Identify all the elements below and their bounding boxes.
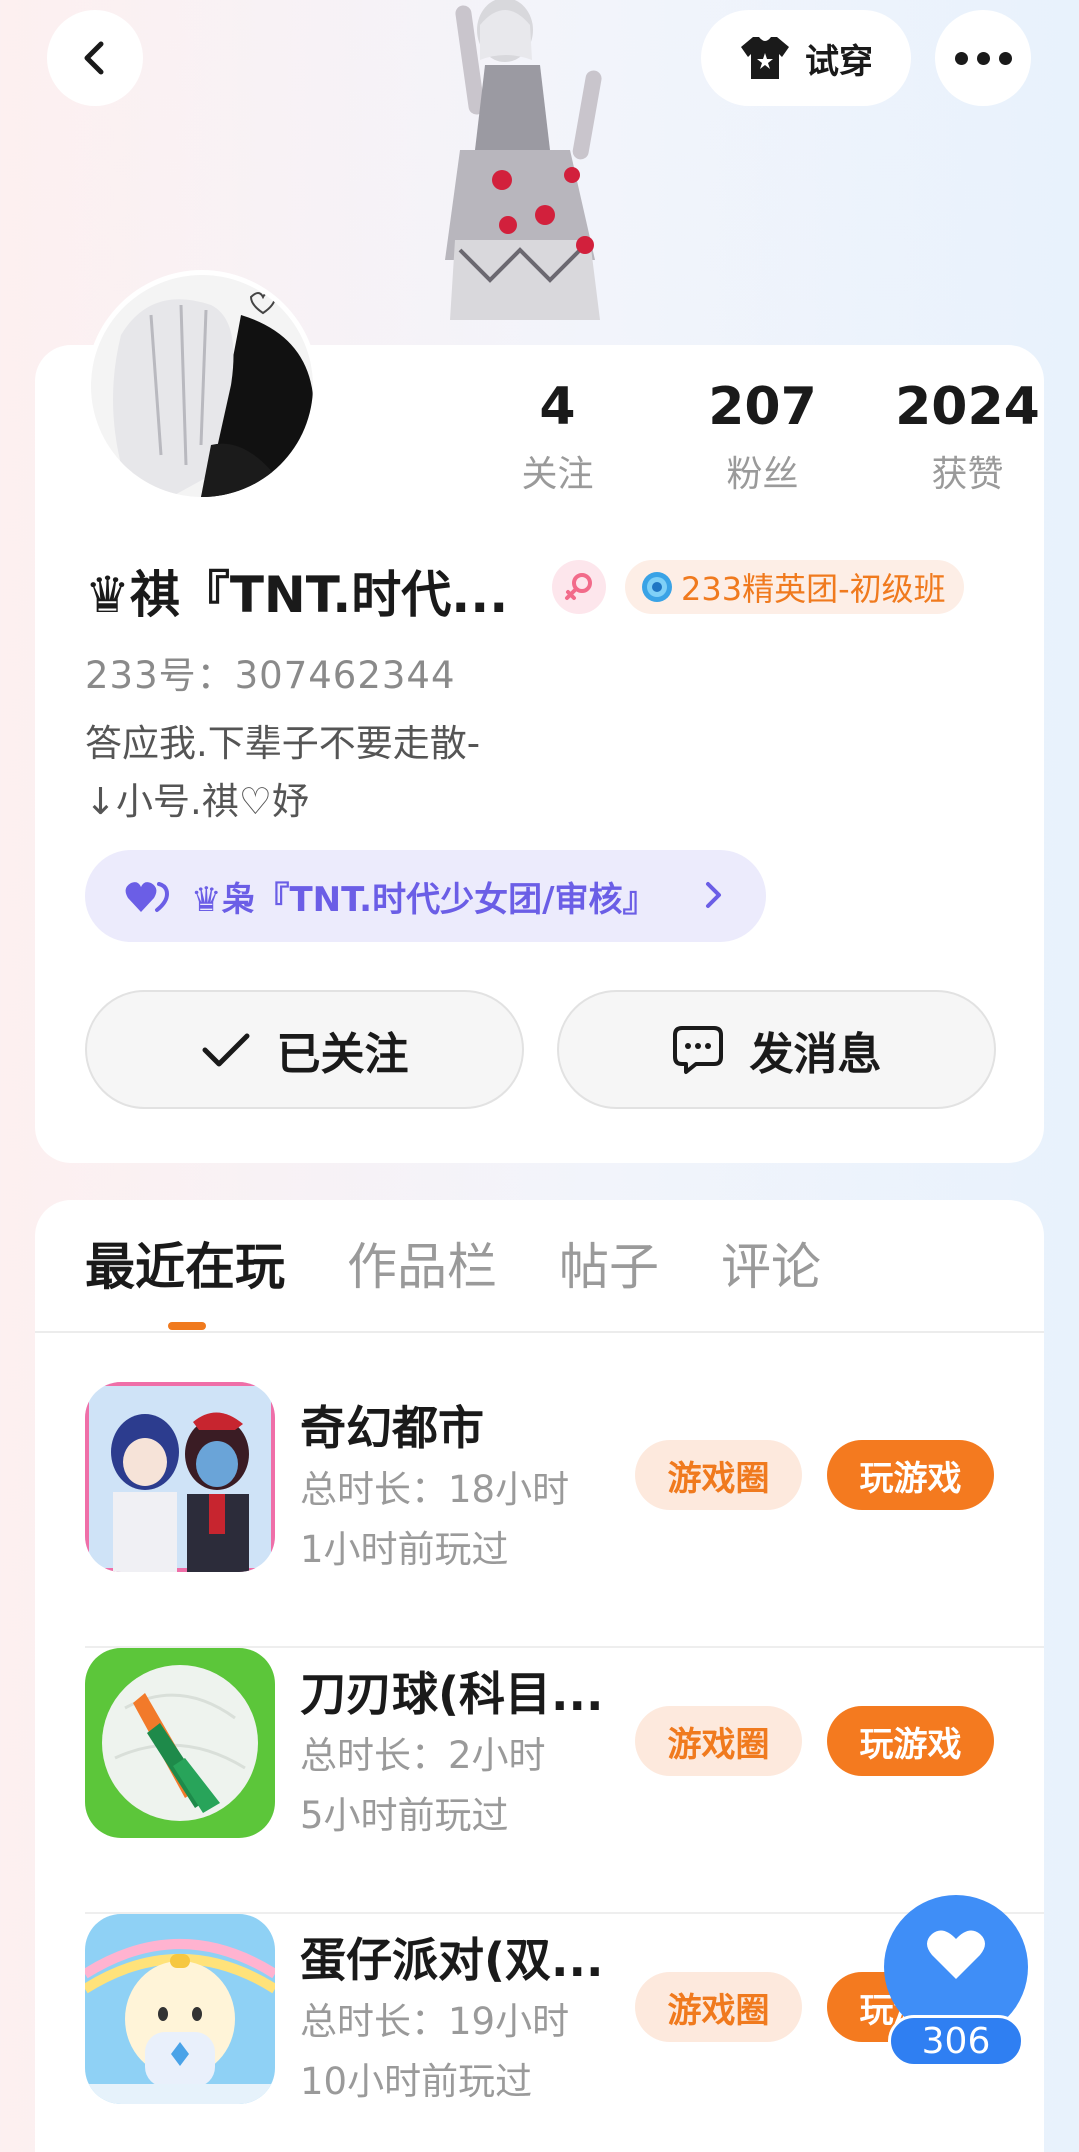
like-count: 306 <box>888 2015 1024 2067</box>
stat-label: 获赞 <box>931 454 1004 495</box>
more-button[interactable] <box>935 10 1031 106</box>
game-total-time: 总时长：18小时 <box>300 1468 570 1511</box>
chat-bubble-icon <box>672 1025 723 1074</box>
send-message-button[interactable]: 发消息 <box>557 990 996 1109</box>
send-message-label: 发消息 <box>749 1028 882 1080</box>
stat-followers[interactable]: 207 粉丝 <box>660 375 865 497</box>
game-row-blade-ball[interactable]: 刀刃球(科目... 总时长：2小时 5小时前玩过 游戏圈 玩游戏 <box>85 1648 1044 1914</box>
game-total-time: 总时长：2小时 <box>300 1734 546 1777</box>
bio: 答应我.下辈子不要走散- ↓小号.祺♡妤 <box>85 715 480 831</box>
chevron-left-icon <box>84 41 104 75</box>
game-circle-button[interactable]: 游戏圈 <box>635 1440 802 1510</box>
active-tab-indicator <box>168 1322 206 1330</box>
check-icon <box>202 1033 249 1066</box>
elite-badge[interactable]: 233精英团-初级班 <box>625 560 964 614</box>
stat-following[interactable]: 4 关注 <box>455 375 660 497</box>
game-row-fantasy-city[interactable]: 奇幻都市 总时长：18小时 1小时前玩过 游戏圈 玩游戏 <box>85 1382 1044 1648</box>
elite-badge-label: 233精英团-初级班 <box>681 570 946 608</box>
tab-works[interactable]: 作品栏 <box>347 1232 497 1302</box>
play-game-button[interactable]: 玩游戏 <box>827 1440 994 1510</box>
chevron-right-icon <box>706 882 721 908</box>
game-icon <box>85 1914 275 2104</box>
username: ♛祺『TNT.时代... <box>85 566 509 624</box>
female-icon <box>565 573 592 600</box>
tab-divider <box>35 1331 1044 1333</box>
game-last-played: 10小时前玩过 <box>300 2060 533 2103</box>
game-total-time: 总时长：19小时 <box>300 2000 570 2043</box>
heart-icon <box>927 1930 985 1979</box>
content-tabs: 最近在玩 作品栏 帖子 评论 <box>85 1232 883 1302</box>
avatar[interactable] <box>86 270 318 502</box>
double-heart-icon <box>125 882 170 912</box>
more-dots-icon <box>954 51 1012 65</box>
stat-label: 粉丝 <box>726 454 799 495</box>
followed-button[interactable]: 已关注 <box>85 990 524 1109</box>
stats-row: 4 关注 207 粉丝 2024 获赞 <box>455 375 1070 497</box>
game-circle-button[interactable]: 游戏圈 <box>635 1706 802 1776</box>
stat-likes[interactable]: 2024 获赞 <box>865 375 1070 497</box>
game-circle-button[interactable]: 游戏圈 <box>635 1972 802 2042</box>
game-name: 奇幻都市 <box>300 1401 484 1455</box>
game-icon <box>85 1648 275 1838</box>
stat-value: 207 <box>708 377 817 437</box>
stat-value: 4 <box>539 377 576 437</box>
tab-comments[interactable]: 评论 <box>721 1232 821 1302</box>
game-name: 刀刃球(科目... <box>300 1667 604 1721</box>
group-label: ♛枭『TNT.时代少女团/审核』 <box>191 879 657 920</box>
back-button[interactable] <box>47 10 143 106</box>
bio-line: 答应我.下辈子不要走散- <box>85 722 481 765</box>
game-name: 蛋仔派对(双... <box>300 1933 604 1987</box>
shirt-icon <box>741 37 789 79</box>
group-link[interactable]: ♛枭『TNT.时代少女团/审核』 <box>85 850 766 942</box>
game-icon <box>85 1382 275 1572</box>
try-on-button[interactable]: 试穿 <box>701 10 911 106</box>
followed-label: 已关注 <box>276 1028 409 1080</box>
gender-badge <box>552 560 606 614</box>
user-id: 233号：307462344 <box>85 654 456 697</box>
badge-gear-icon <box>642 572 672 602</box>
name-row: ♛祺『TNT.时代... <box>85 555 508 627</box>
tab-posts[interactable]: 帖子 <box>559 1232 659 1302</box>
bio-line: ↓小号.祺♡妤 <box>85 780 309 823</box>
try-on-label: 试穿 <box>805 41 873 82</box>
avatar-3d-figure <box>420 0 620 345</box>
tab-recent-play[interactable]: 最近在玩 <box>85 1232 285 1302</box>
stat-value: 2024 <box>895 377 1040 437</box>
game-last-played: 1小时前玩过 <box>300 1528 509 1571</box>
stat-label: 关注 <box>521 454 594 495</box>
game-last-played: 5小时前玩过 <box>300 1794 509 1837</box>
play-game-button[interactable]: 玩游戏 <box>827 1706 994 1776</box>
